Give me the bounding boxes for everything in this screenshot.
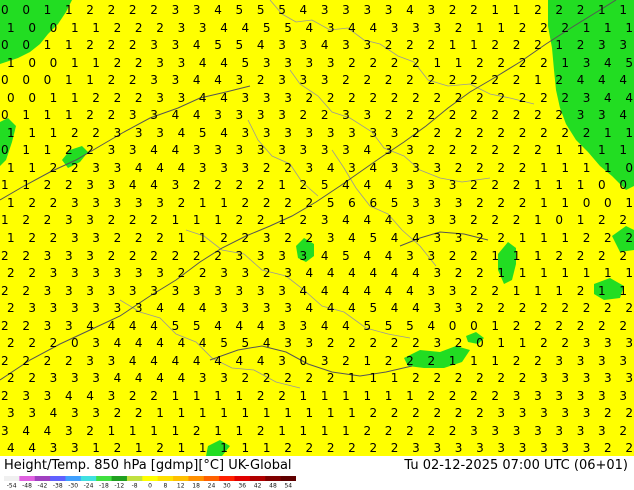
color-scale-swatch	[234, 476, 251, 481]
color-scale-swatch	[4, 476, 20, 481]
color-scale-swatch	[219, 476, 236, 481]
color-scale-tick: -12	[114, 483, 124, 489]
color-scale-tick: -54	[7, 483, 17, 489]
color-scale-swatch	[280, 476, 296, 481]
color-scale-tick: -38	[53, 483, 63, 489]
color-scale-swatch	[65, 476, 82, 481]
color-scale-swatch	[265, 476, 282, 481]
color-scale-swatch	[34, 476, 51, 481]
color-scale-tick: -30	[68, 483, 78, 489]
map-title: Height/Temp. 850 hPa [gdmp][°C] UK-Globa…	[4, 458, 292, 473]
color-scale-tick: -8	[132, 483, 138, 489]
color-scale-tick: 36	[238, 483, 246, 489]
weather-map: 0 0 1 1 2 2 2 2 3 3 4 5 5 5 4 3 3 3 3 4 …	[0, 0, 634, 456]
color-scale-tick: -24	[84, 483, 94, 489]
color-scale-swatches	[4, 476, 296, 481]
color-scale-swatch	[19, 476, 36, 481]
valid-time: Tu 02-12-2025 07:00 UTC (06+01)	[404, 458, 628, 473]
color-scale-swatch	[142, 476, 159, 481]
color-scale-tick: 12	[177, 483, 185, 489]
color-scale-swatch	[203, 476, 220, 481]
color-scale-swatch	[96, 476, 113, 481]
color-scale-tick: 0	[148, 483, 152, 489]
color-scale-ticks: -54 -48 -42 -38 -30 -24 -18 -12 -8 0 8 12 18 24 30 36 42…	[7, 483, 293, 489]
color-scale-swatch	[249, 476, 266, 481]
color-scale-tick: 54	[284, 483, 292, 489]
color-scale-tick: 8	[163, 483, 167, 489]
color-scale-tick: 42	[254, 483, 262, 489]
color-scale-swatch	[111, 476, 128, 481]
color-scale-swatch	[126, 476, 143, 481]
color-scale-tick: 24	[208, 483, 216, 489]
color-scale-swatch	[188, 476, 205, 481]
color-scale-swatch	[157, 476, 174, 481]
footer: Height/Temp. 850 hPa [gdmp][°C] UK-Globa…	[0, 456, 634, 490]
color-scale-tick: -42	[38, 483, 48, 489]
color-scale-tick: -48	[22, 483, 32, 489]
color-scale-swatch	[80, 476, 97, 481]
color-scale-tick: 30	[223, 483, 231, 489]
color-scale-tick: -18	[99, 483, 109, 489]
color-scale: -54 -48 -42 -38 -30 -24 -18 -12 -8 0 8 12 18 24 30 36 42…	[4, 476, 296, 488]
color-scale-tick: 18	[192, 483, 200, 489]
color-scale-tick: 48	[269, 483, 277, 489]
color-scale-swatch	[173, 476, 189, 481]
color-scale-swatch	[50, 476, 66, 481]
